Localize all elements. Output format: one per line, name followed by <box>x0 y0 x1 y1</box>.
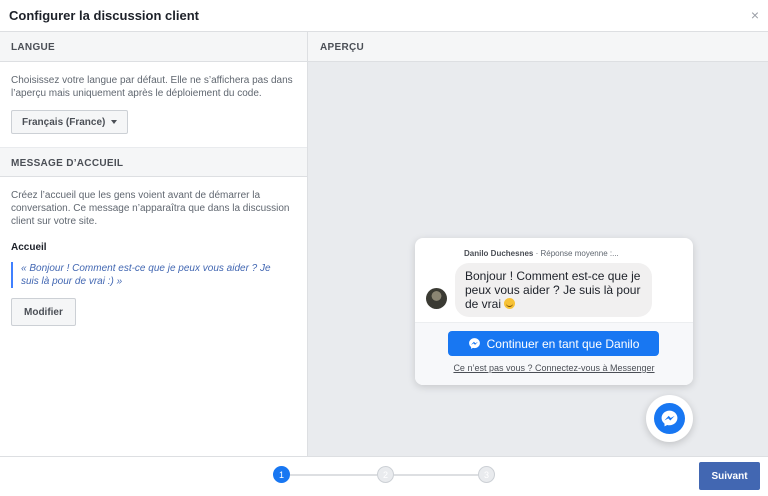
chat-preview-card: Danilo Duchesnes · Réponse moyenne :... … <box>415 238 693 385</box>
welcome-section-heading: MESSAGE D’ACCUEIL <box>0 147 307 177</box>
language-description: Choisissez votre langue par défaut. Elle… <box>11 75 293 99</box>
welcome-description: Créez l’accueil que les gens voient avan… <box>11 190 290 227</box>
response-time: · Réponse moyenne :... <box>535 249 619 258</box>
smiley-emoji-icon <box>504 298 516 309</box>
dialog-title: Configurer la discussion client <box>9 8 199 23</box>
stepper: 1 2 3 <box>273 466 495 484</box>
language-selected-value: Français (France) <box>22 116 106 128</box>
chat-bubble: Bonjour ! Comment est-ce que je peux vou… <box>455 263 652 317</box>
modify-button[interactable]: Modifier <box>11 298 76 326</box>
language-section-heading: LANGUE <box>0 32 307 62</box>
messenger-fab-circle <box>654 403 685 434</box>
avatar <box>426 288 447 309</box>
dialog-footer: 1 2 3 Suivant <box>0 456 768 496</box>
stepper-line <box>394 474 478 476</box>
settings-panel: LANGUE Choisissez votre langue par défau… <box>0 32 308 456</box>
welcome-label: Accueil <box>11 242 47 253</box>
chat-meta: Danilo Duchesnes · Réponse moyenne :... <box>464 249 619 258</box>
messenger-icon <box>661 410 678 427</box>
dialog-header: Configurer la discussion client × <box>0 0 768 32</box>
caret-down-icon <box>111 120 118 124</box>
next-button[interactable]: Suivant <box>699 462 760 490</box>
stepper-line <box>290 474 377 476</box>
welcome-quote: « Bonjour ! Comment est-ce que je peux v… <box>11 262 299 288</box>
step-2[interactable]: 2 <box>377 466 394 483</box>
close-icon[interactable]: × <box>751 7 759 23</box>
preview-heading: APERÇU <box>308 32 768 62</box>
continue-as-button[interactable]: Continuer en tant que Danilo <box>448 331 659 356</box>
messenger-icon <box>468 338 480 349</box>
step-3[interactable]: 3 <box>478 466 495 483</box>
sender-name: Danilo Duchesnes <box>464 249 534 258</box>
language-dropdown[interactable]: Français (France) <box>11 110 129 134</box>
preview-panel: APERÇU Danilo Duchesnes · Réponse moyenn… <box>308 32 768 456</box>
chat-message-text: Bonjour ! Comment est-ce que je peux vou… <box>465 269 641 311</box>
messenger-chat-button[interactable] <box>646 395 693 442</box>
chat-message-area: Danilo Duchesnes · Réponse moyenne :... … <box>415 238 693 322</box>
continue-as-label: Continuer en tant que Danilo <box>486 336 640 351</box>
other-user-link[interactable]: Ce n’est pas vous ? Connectez-vous à Mes… <box>415 363 693 373</box>
chat-actions: Continuer en tant que Danilo Ce n’est pa… <box>415 322 693 385</box>
step-1[interactable]: 1 <box>273 466 290 483</box>
